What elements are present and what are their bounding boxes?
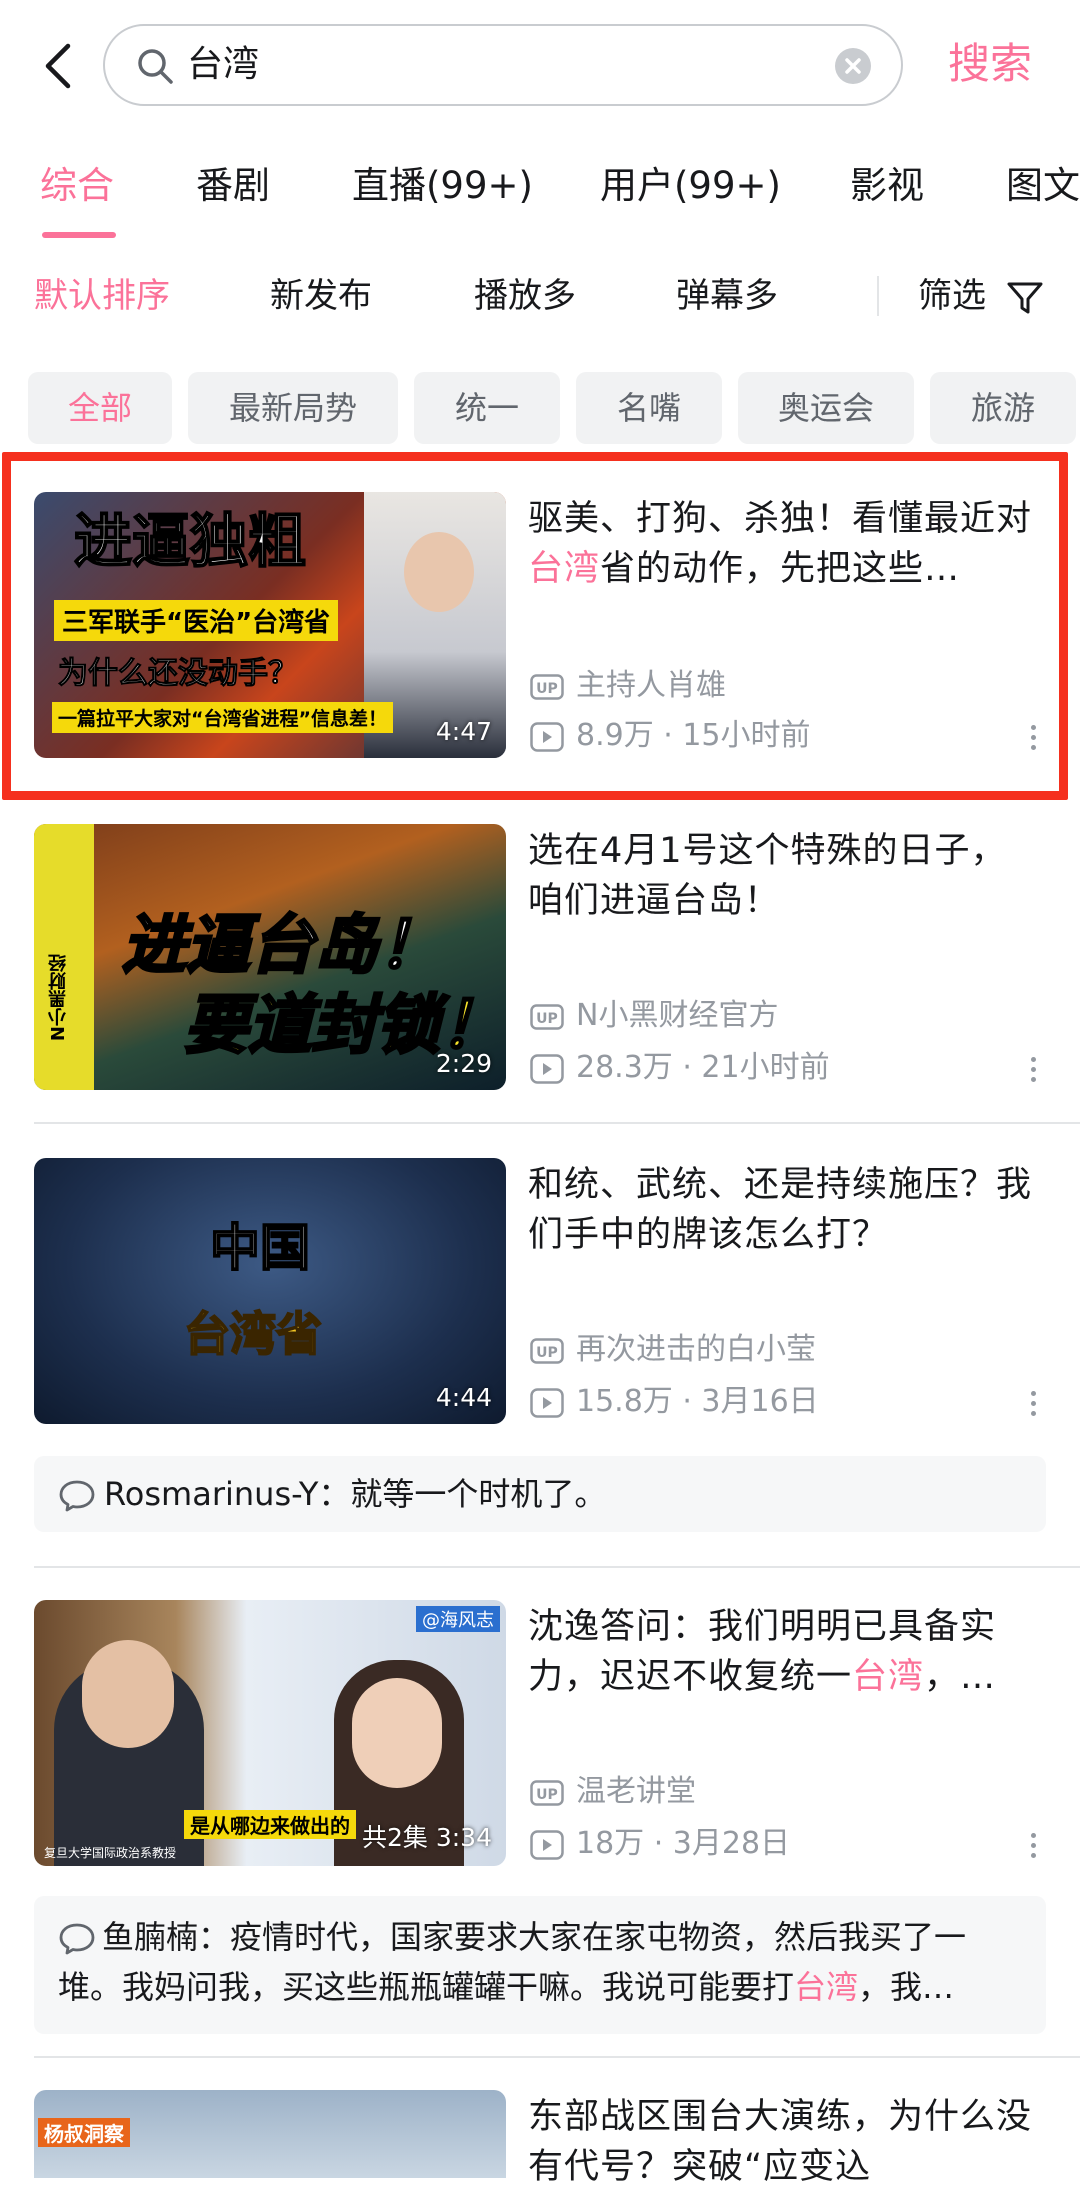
uploader-name: 温老讲堂 bbox=[576, 1774, 696, 1809]
tab-bangumi[interactable]: 番剧 bbox=[196, 160, 270, 212]
tab-all[interactable]: 综合 bbox=[40, 160, 114, 212]
video-duration: 共2集 3:34 bbox=[362, 1823, 492, 1852]
play-count-icon bbox=[530, 1053, 564, 1084]
view-count: 15.8万 bbox=[576, 1384, 673, 1419]
search-icon bbox=[138, 49, 173, 84]
top-comment[interactable]: 鱼腩楠：疫情时代，国家要求大家在家屯物资，然后我买了一堆。我妈问我，买这些瓶瓶罐… bbox=[34, 1896, 1046, 2034]
chip-travel[interactable]: 旅游 bbox=[930, 372, 1076, 444]
list-divider bbox=[34, 2056, 1080, 2058]
uploader-name: N小黑财经官方 bbox=[576, 998, 779, 1033]
comment-text: ，我… bbox=[858, 1968, 955, 2006]
thumbnail-text: 进逼台岛！ bbox=[121, 908, 444, 985]
tab-live[interactable]: 直播(99+) bbox=[352, 160, 533, 212]
search-query[interactable]: 台湾 bbox=[187, 40, 259, 90]
tab-film[interactable]: 影视 bbox=[850, 160, 924, 212]
tab-articles[interactable]: 图文 bbox=[1006, 160, 1080, 212]
speaker-caption: 复旦大学国际政治系教授 bbox=[44, 1846, 177, 1860]
chip-unification[interactable]: 统一 bbox=[414, 372, 560, 444]
stats-row: 18万 · 3月28日 bbox=[530, 1824, 790, 1864]
filter-button[interactable]: 筛选 bbox=[918, 272, 1045, 320]
up-badge-icon: UP bbox=[530, 1003, 564, 1030]
channel-watermark: @海风志 bbox=[416, 1606, 500, 1632]
video-title[interactable]: 沈逸答问：我们明明已具备实力，迟迟不收复统一台湾，… bbox=[528, 1602, 1038, 1702]
close-icon bbox=[845, 58, 861, 74]
stats-row: 28.3万 · 21小时前 bbox=[530, 1048, 830, 1088]
video-thumbnail[interactable]: 杨叔洞察 bbox=[34, 2090, 506, 2178]
search-button[interactable]: 搜索 bbox=[948, 34, 1032, 94]
uploader-name: 再次进击的白小莹 bbox=[576, 1332, 816, 1367]
video-duration: 4:44 bbox=[435, 1383, 492, 1412]
title-text: ，… bbox=[924, 1657, 997, 1697]
sort-divider bbox=[877, 276, 879, 316]
publish-time: 3月16日 bbox=[701, 1384, 819, 1419]
comment-icon bbox=[59, 1923, 95, 1955]
channel-watermark: N小黑财经 bbox=[48, 954, 69, 1042]
channel-watermark: 杨叔洞察 bbox=[38, 2118, 130, 2147]
guest-face bbox=[352, 1678, 442, 1788]
chip-olympics[interactable]: 奥运会 bbox=[738, 372, 914, 444]
up-badge-icon: UP bbox=[530, 1337, 564, 1364]
chip-all[interactable]: 全部 bbox=[28, 372, 172, 444]
view-count: 28.3万 bbox=[576, 1050, 673, 1085]
up-badge-icon: UP bbox=[530, 1779, 564, 1806]
view-count: 18万 bbox=[576, 1826, 645, 1861]
clear-search-button[interactable] bbox=[835, 48, 871, 84]
uploader-row[interactable]: UP 再次进击的白小莹 bbox=[530, 1330, 816, 1370]
comment-keyword: 台湾 bbox=[794, 1968, 859, 2006]
chip-latest-situation[interactable]: 最新局势 bbox=[188, 372, 398, 444]
search-input[interactable]: 台湾 bbox=[103, 24, 903, 106]
speaker-face bbox=[82, 1640, 174, 1748]
video-title[interactable]: 选在4月1号这个特殊的日子，咱们进逼台岛！ bbox=[528, 826, 1038, 926]
red-highlight-frame bbox=[2, 452, 1068, 800]
video-thumbnail[interactable]: 中国 台湾省 4:44 bbox=[34, 1158, 506, 1424]
svg-text:UP: UP bbox=[536, 1345, 558, 1361]
more-options-icon[interactable] bbox=[1028, 1388, 1038, 1424]
play-count-icon bbox=[530, 1387, 564, 1418]
filter-label: 筛选 bbox=[918, 276, 986, 316]
video-duration: 2:29 bbox=[435, 1049, 492, 1078]
comment-text: Rosmarinus-Y：就等一个时机了。 bbox=[104, 1475, 607, 1513]
video-title[interactable]: 东部战区围台大演练，为什么没有代号？突破“应变込 bbox=[528, 2092, 1038, 2192]
video-title[interactable]: 和统、武统、还是持续施压？我们手中的牌该怎么打？ bbox=[528, 1160, 1038, 1260]
top-comment[interactable]: Rosmarinus-Y：就等一个时机了。 bbox=[34, 1456, 1046, 1532]
thumbnail-text: 台湾省 bbox=[183, 1306, 323, 1362]
thumbnail-caption: 是从哪边来做出的 bbox=[184, 1810, 356, 1839]
sort-most-played[interactable]: 播放多 bbox=[474, 272, 576, 320]
uploader-row[interactable]: UP 温老讲堂 bbox=[530, 1772, 696, 1812]
svg-text:UP: UP bbox=[536, 1011, 558, 1027]
list-divider bbox=[34, 1122, 1080, 1124]
back-button[interactable] bbox=[38, 40, 78, 92]
video-thumbnail[interactable]: @海风志 是从哪边来做出的 复旦大学国际政治系教授 共2集 3:34 bbox=[34, 1600, 506, 1866]
uploader-row[interactable]: UP N小黑财经官方 bbox=[530, 996, 778, 1036]
list-divider bbox=[34, 1566, 1080, 1568]
title-keyword: 台湾 bbox=[852, 1657, 925, 1697]
sort-newest[interactable]: 新发布 bbox=[270, 272, 372, 320]
comment-icon bbox=[59, 1480, 95, 1512]
active-tab-indicator bbox=[42, 232, 116, 238]
publish-time: 21小时前 bbox=[701, 1050, 830, 1085]
play-count-icon bbox=[530, 1829, 564, 1860]
filter-icon bbox=[1007, 282, 1043, 313]
chevron-left-icon bbox=[45, 43, 71, 89]
video-thumbnail[interactable]: N小黑财经 进逼台岛！ 要道封锁！ 2:29 bbox=[34, 824, 506, 1090]
chip-pundits[interactable]: 名嘴 bbox=[576, 372, 722, 444]
sort-most-danmaku[interactable]: 弹幕多 bbox=[676, 272, 778, 320]
thumbnail-text: 中国 bbox=[209, 1218, 311, 1278]
publish-time: 3月28日 bbox=[672, 1826, 791, 1861]
svg-text:UP: UP bbox=[536, 1787, 558, 1803]
more-options-icon[interactable] bbox=[1028, 1830, 1038, 1866]
stats-row: 15.8万 · 3月16日 bbox=[530, 1382, 819, 1422]
more-options-icon[interactable] bbox=[1028, 1054, 1038, 1090]
sort-default[interactable]: 默认排序 bbox=[34, 272, 170, 320]
tab-users[interactable]: 用户(99+) bbox=[600, 160, 781, 212]
